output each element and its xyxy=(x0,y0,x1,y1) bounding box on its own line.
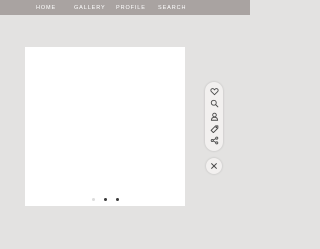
nav-home[interactable]: HOME xyxy=(36,4,56,12)
share-button[interactable] xyxy=(208,134,220,146)
carousel-indicators xyxy=(25,196,185,202)
tag-button[interactable] xyxy=(208,122,220,134)
tag-icon xyxy=(210,124,218,133)
nav-search[interactable]: SEARCH xyxy=(158,4,186,12)
nav-gallery[interactable]: GALLERY xyxy=(74,4,106,12)
heart-icon xyxy=(209,87,219,95)
action-toolbar xyxy=(205,82,223,151)
profile-button[interactable] xyxy=(208,110,220,122)
search-button[interactable] xyxy=(208,97,220,109)
like-button[interactable] xyxy=(208,85,220,97)
share-icon xyxy=(210,136,218,144)
carousel-dot-2[interactable] xyxy=(103,197,107,201)
carousel-dot-3[interactable] xyxy=(115,197,119,201)
top-navigation-bar: HOME GALLERY PROFILE SEARCH xyxy=(0,0,250,15)
search-icon xyxy=(210,99,218,107)
image-card xyxy=(25,47,185,206)
close-button[interactable] xyxy=(206,158,222,174)
carousel-dot-1[interactable] xyxy=(91,197,95,201)
nav-profile[interactable]: PROFILE xyxy=(116,4,146,12)
close-icon xyxy=(211,163,217,169)
user-icon xyxy=(210,112,218,121)
